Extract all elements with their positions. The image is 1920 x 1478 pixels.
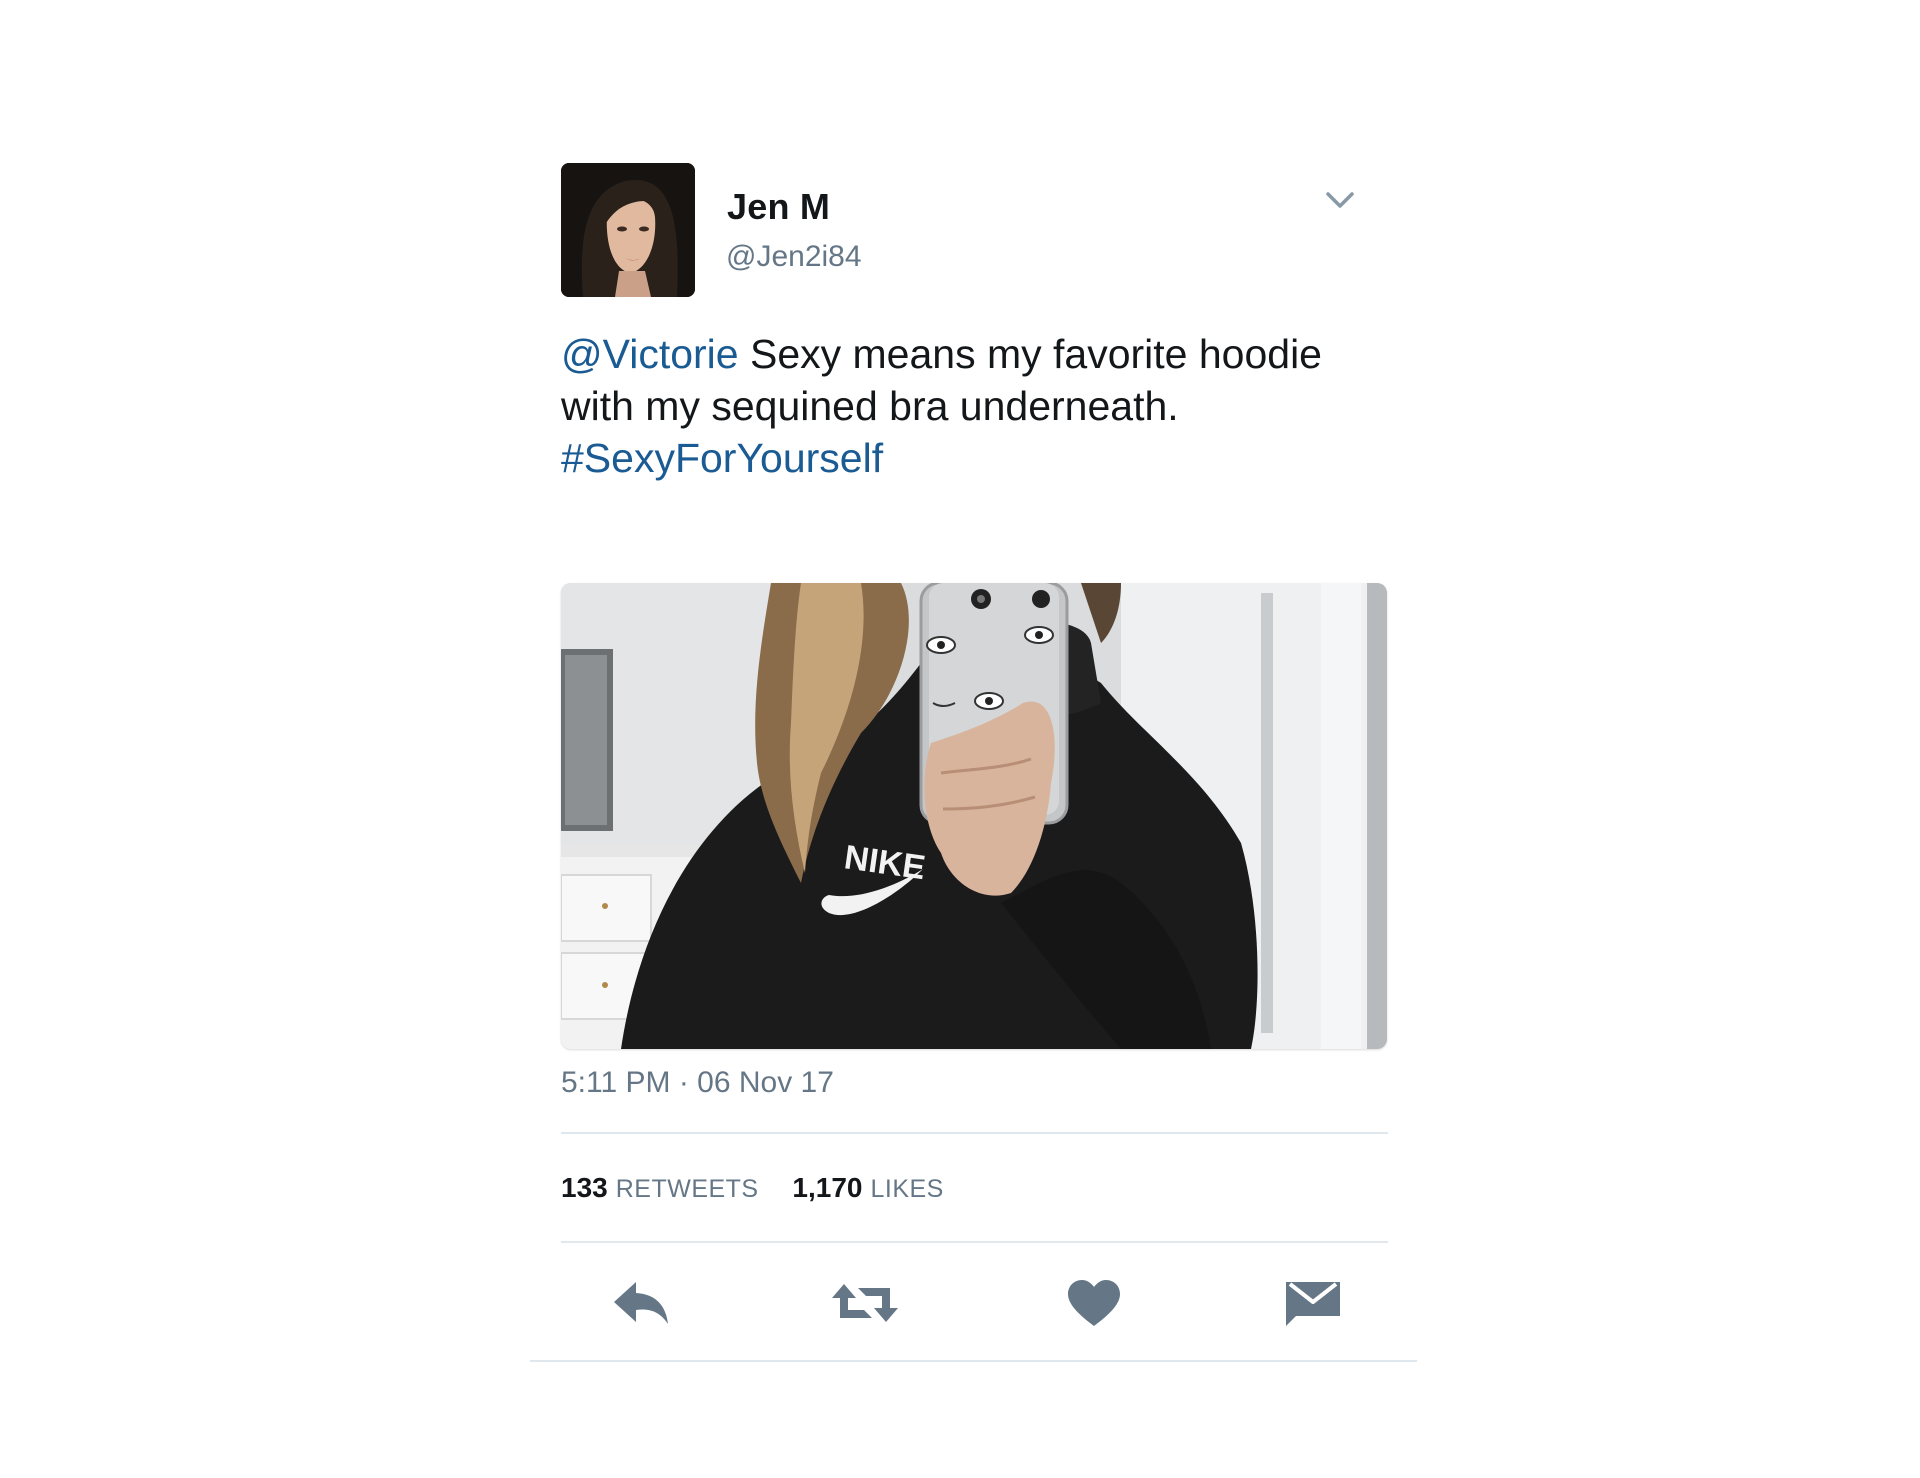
mention-link[interactable]: @Victorie xyxy=(561,331,739,377)
hashtag-link[interactable]: #SexyForYourself xyxy=(561,435,883,481)
divider xyxy=(561,1241,1388,1243)
tweet-photo[interactable]: NIKE xyxy=(561,583,1387,1049)
avatar-image xyxy=(561,163,695,297)
mirror-selfie-image: NIKE xyxy=(561,583,1387,1049)
author-avatar[interactable] xyxy=(561,163,695,297)
retweets-count: 133 xyxy=(561,1172,608,1203)
divider xyxy=(530,1360,1417,1362)
heart-icon xyxy=(1068,1280,1120,1326)
retweets-label: RETWEETS xyxy=(615,1175,759,1203)
like-button[interactable] xyxy=(1062,1278,1126,1328)
retweets-stat[interactable]: 133 RETWEETS xyxy=(561,1172,759,1204)
direct-message-button[interactable] xyxy=(1282,1278,1346,1328)
likes-stat[interactable]: 1,170 LIKES xyxy=(792,1172,943,1204)
tweet-card: Jen M @Jen2i84 @Victorie Sexy means my f… xyxy=(530,0,1423,1478)
author-handle[interactable]: @Jen2i84 xyxy=(726,240,862,274)
reply-button[interactable] xyxy=(610,1278,674,1328)
retweet-icon xyxy=(832,1284,898,1322)
retweet-button[interactable] xyxy=(830,1278,900,1328)
likes-count: 1,170 xyxy=(792,1172,863,1203)
author-display-name[interactable]: Jen M xyxy=(727,186,830,228)
likes-label: LIKES xyxy=(870,1175,944,1203)
divider xyxy=(561,1132,1388,1134)
envelope-icon xyxy=(1286,1282,1340,1326)
chevron-down-icon[interactable] xyxy=(1324,188,1356,212)
tweet-text: @Victorie Sexy means my favorite hoodie … xyxy=(561,328,1381,484)
tweet-timestamp[interactable]: 5:11 PM · 06 Nov 17 xyxy=(561,1066,834,1100)
tweet-stats: 133 RETWEETS 1,170 LIKES xyxy=(561,1172,970,1204)
reply-icon xyxy=(614,1282,668,1324)
